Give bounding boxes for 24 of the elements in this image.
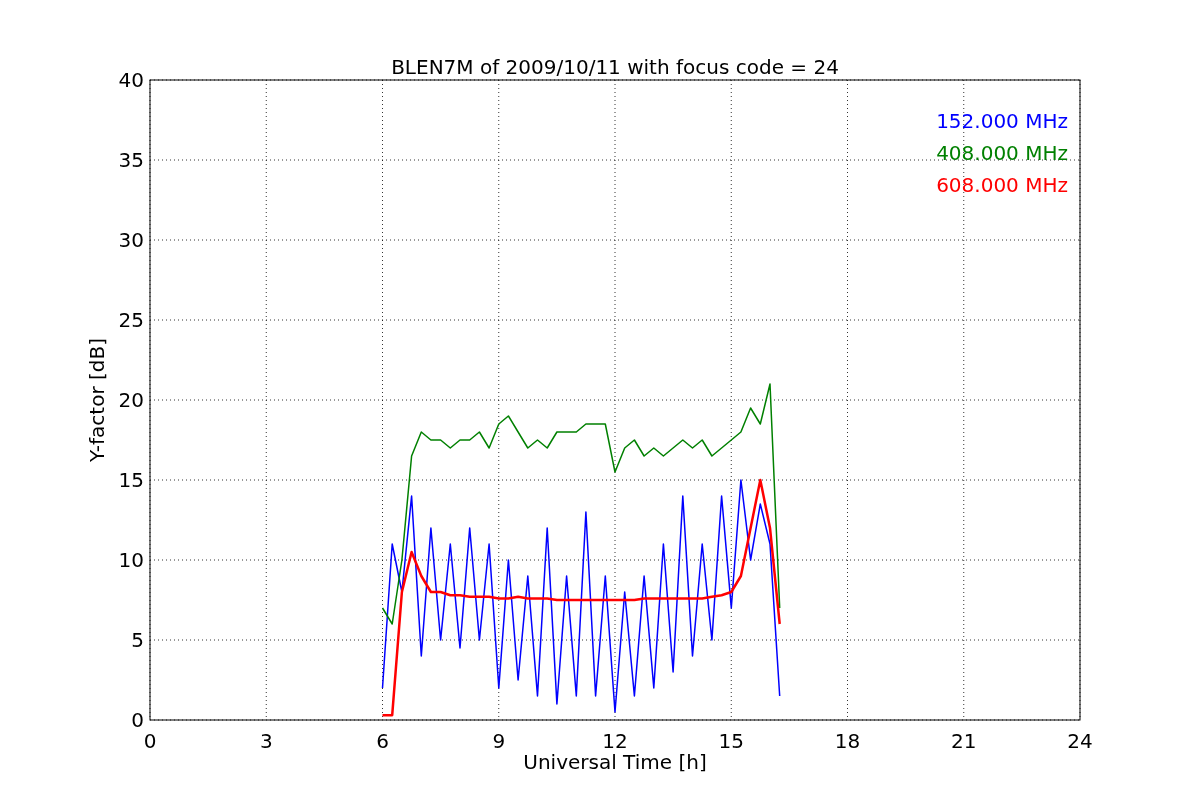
x-tick-label: 0	[143, 729, 157, 753]
x-tick-label: 18	[834, 729, 861, 753]
y-tick-label: 35	[118, 148, 144, 172]
legend-label: 152.000 MHz	[936, 109, 1068, 133]
y-tick-label: 5	[131, 628, 144, 652]
y-tick-label: 30	[118, 228, 144, 252]
y-tick-label: 0	[131, 708, 144, 732]
x-tick-label: 15	[718, 729, 744, 753]
legend-label: 408.000 MHz	[936, 141, 1068, 165]
x-tick-label: 3	[259, 729, 273, 753]
x-tick-label: 21	[951, 729, 977, 753]
chart-title: BLEN7M of 2009/10/11 with focus code = 24	[391, 55, 839, 79]
x-tick-label: 6	[376, 729, 389, 753]
y-tick-label: 25	[118, 308, 144, 332]
x-tick-label: 9	[492, 729, 506, 753]
y-axis-label: Y-factor [dB]	[85, 338, 109, 462]
y-tick-label: 40	[118, 68, 144, 92]
y-tick-label: 15	[118, 468, 144, 492]
x-tick-label: 24	[1067, 729, 1093, 753]
x-tick-label: 12	[602, 729, 628, 753]
y-tick-label: 20	[118, 388, 144, 412]
x-axis-label: Universal Time [h]	[523, 750, 707, 774]
legend-label: 608.000 MHz	[936, 173, 1068, 197]
y-tick-label: 10	[118, 548, 144, 572]
